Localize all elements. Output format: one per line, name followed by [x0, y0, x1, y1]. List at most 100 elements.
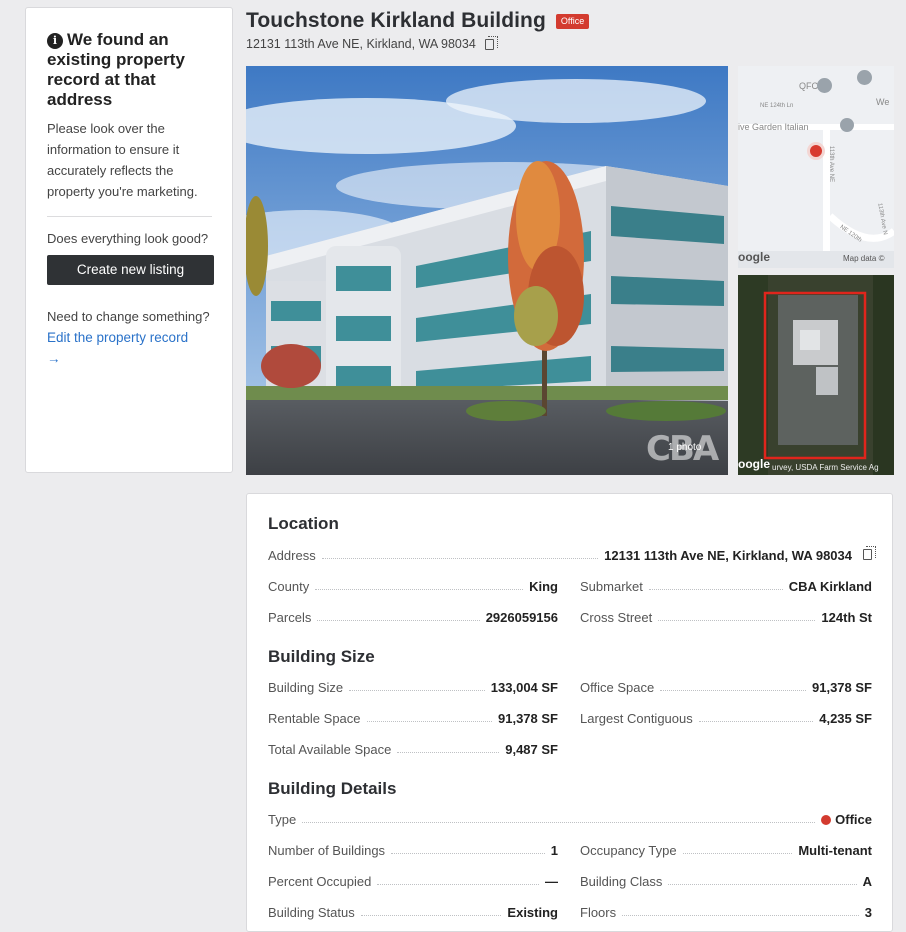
- satellite-map[interactable]: oogle urvey, USDA Farm Service Ag: [738, 275, 894, 475]
- building-size-value: 133,004 SF: [490, 680, 558, 695]
- street-map[interactable]: QFC We NE 124th Ln ive Garden Italian 11…: [738, 66, 894, 268]
- dotted-leader: [391, 853, 545, 854]
- num-buildings-label: Number of Buildings: [268, 843, 386, 858]
- dotted-leader: [321, 558, 599, 559]
- dotted-leader: [658, 620, 816, 621]
- map-label-street: NE 124th Ln: [760, 103, 794, 109]
- dotted-leader: [315, 589, 524, 590]
- page-title: Touchstone Kirkland Building: [246, 9, 546, 32]
- building-status-row: Building Status Existing: [268, 902, 558, 920]
- map-label-qfc: QFC: [799, 81, 818, 91]
- edit-link-label: Edit the property record: [47, 330, 189, 345]
- num-buildings-row: Number of Buildings 1: [268, 840, 558, 858]
- info-icon: i: [47, 33, 63, 49]
- map-pin-icon[interactable]: [807, 142, 825, 160]
- dotted-leader: [302, 822, 816, 823]
- occupancy-type-value: Multi-tenant: [798, 843, 872, 858]
- satellite-google-logo: oogle: [738, 457, 770, 471]
- create-new-listing-button[interactable]: Create new listing: [47, 255, 214, 285]
- type-label: Type: [268, 812, 297, 827]
- card-title: We found an existing property record at …: [47, 30, 185, 109]
- photo-count[interactable]: 1 photo: [668, 442, 701, 453]
- floors-row: Floors 3: [580, 902, 872, 920]
- dotted-leader: [622, 915, 859, 916]
- change-question: Need to change something?: [47, 309, 210, 324]
- copy-icon[interactable]: [484, 35, 498, 50]
- type-row: Type Office: [268, 809, 872, 827]
- address-value: 12131 113th Ave NE, Kirkland, WA 98034: [604, 548, 852, 563]
- building-class-row: Building Class A: [580, 871, 872, 889]
- building-details-heading: Building Details: [268, 779, 397, 798]
- building-class-value: A: [862, 874, 872, 889]
- largest-contiguous-label: Largest Contiguous: [580, 711, 693, 726]
- duplicate-record-card: i We found an existing property record at…: [25, 7, 233, 473]
- street-map-graphic: [738, 66, 894, 268]
- parcels-row: Parcels 2926059156: [268, 607, 558, 625]
- submarket-value: CBA Kirkland: [788, 579, 872, 594]
- map-label-ave: 113th Ave NE: [828, 145, 835, 183]
- cross-street-value: 124th St: [821, 610, 872, 625]
- num-buildings-value: 1: [550, 843, 558, 858]
- available-space-value: 9,487 SF: [505, 742, 558, 757]
- arrow-right-icon: →: [47, 351, 61, 366]
- building-size-row: Building Size 133,004 SF: [268, 677, 558, 695]
- satellite-graphic: [738, 275, 894, 475]
- type-value: Office: [835, 812, 872, 827]
- status-dot-icon: [821, 815, 832, 825]
- building-status-label: Building Status: [268, 905, 355, 920]
- percent-occupied-row: Percent Occupied —: [268, 871, 558, 889]
- title-row: Touchstone Kirkland Building Office: [246, 7, 590, 35]
- cross-street-row: Cross Street 124th St: [580, 607, 872, 625]
- map-label-olive-garden: ive Garden Italian: [738, 122, 809, 132]
- property-details-card: Location Address 12131 113th Ave NE, Kir…: [246, 493, 893, 932]
- dotted-leader: [668, 884, 857, 885]
- cross-street-label: Cross Street: [580, 610, 653, 625]
- copy-icon[interactable]: [863, 546, 876, 560]
- card-body-text: Please look over the information to ensu…: [47, 121, 198, 199]
- map-data-credit[interactable]: Map data ©: [843, 254, 884, 263]
- divider: [47, 216, 212, 217]
- card-heading: i We found an existing property record at…: [47, 30, 212, 110]
- shopping-pin-icon: [817, 78, 832, 93]
- type-value-wrap: Office: [821, 812, 872, 827]
- location-heading: Location: [268, 514, 339, 533]
- office-space-row: Office Space 91,378 SF: [580, 677, 872, 695]
- property-type-badge: Office: [555, 13, 590, 29]
- dotted-leader: [377, 884, 539, 885]
- header-address: 12131 113th Ave NE, Kirkland, WA 98034: [246, 37, 476, 51]
- parcels-label: Parcels: [268, 610, 312, 625]
- edit-property-record-link[interactable]: Edit the property record →: [47, 327, 212, 369]
- confirm-question: Does everything look good?: [47, 231, 209, 246]
- dotted-leader: [366, 721, 492, 722]
- percent-occupied-label: Percent Occupied: [268, 874, 372, 889]
- dotted-leader: [397, 752, 500, 753]
- county-row: County King: [268, 576, 558, 594]
- floors-label: Floors: [580, 905, 617, 920]
- rentable-space-label: Rentable Space: [268, 711, 361, 726]
- building-size-label: Building Size: [268, 680, 344, 695]
- office-space-value: 91,378 SF: [812, 680, 872, 695]
- shop-pin-icon: [857, 70, 872, 85]
- submarket-row: Submarket CBA Kirkland: [580, 576, 872, 594]
- available-space-label: Total Available Space: [268, 742, 392, 757]
- county-label: County: [268, 579, 310, 594]
- address-label: Address: [268, 548, 316, 563]
- dotted-leader: [360, 915, 502, 916]
- dotted-leader: [682, 853, 793, 854]
- map-google-logo: oogle: [738, 250, 770, 264]
- satellite-credit: urvey, USDA Farm Service Ag: [772, 463, 879, 472]
- building-status-value: Existing: [507, 905, 558, 920]
- floors-value: 3: [864, 905, 872, 920]
- dotted-leader: [648, 589, 783, 590]
- occupancy-type-row: Occupancy Type Multi-tenant: [580, 840, 872, 858]
- rentable-space-row: Rentable Space 91,378 SF: [268, 708, 558, 726]
- percent-occupied-value: —: [545, 874, 558, 889]
- largest-contiguous-value: 4,235 SF: [819, 711, 872, 726]
- building-size-heading: Building Size: [268, 647, 375, 666]
- property-photo[interactable]: [246, 66, 728, 475]
- rentable-space-value: 91,378 SF: [498, 711, 558, 726]
- building-class-label: Building Class: [580, 874, 663, 889]
- dotted-leader: [349, 690, 485, 691]
- occupancy-type-label: Occupancy Type: [580, 843, 677, 858]
- dotted-leader: [660, 690, 806, 691]
